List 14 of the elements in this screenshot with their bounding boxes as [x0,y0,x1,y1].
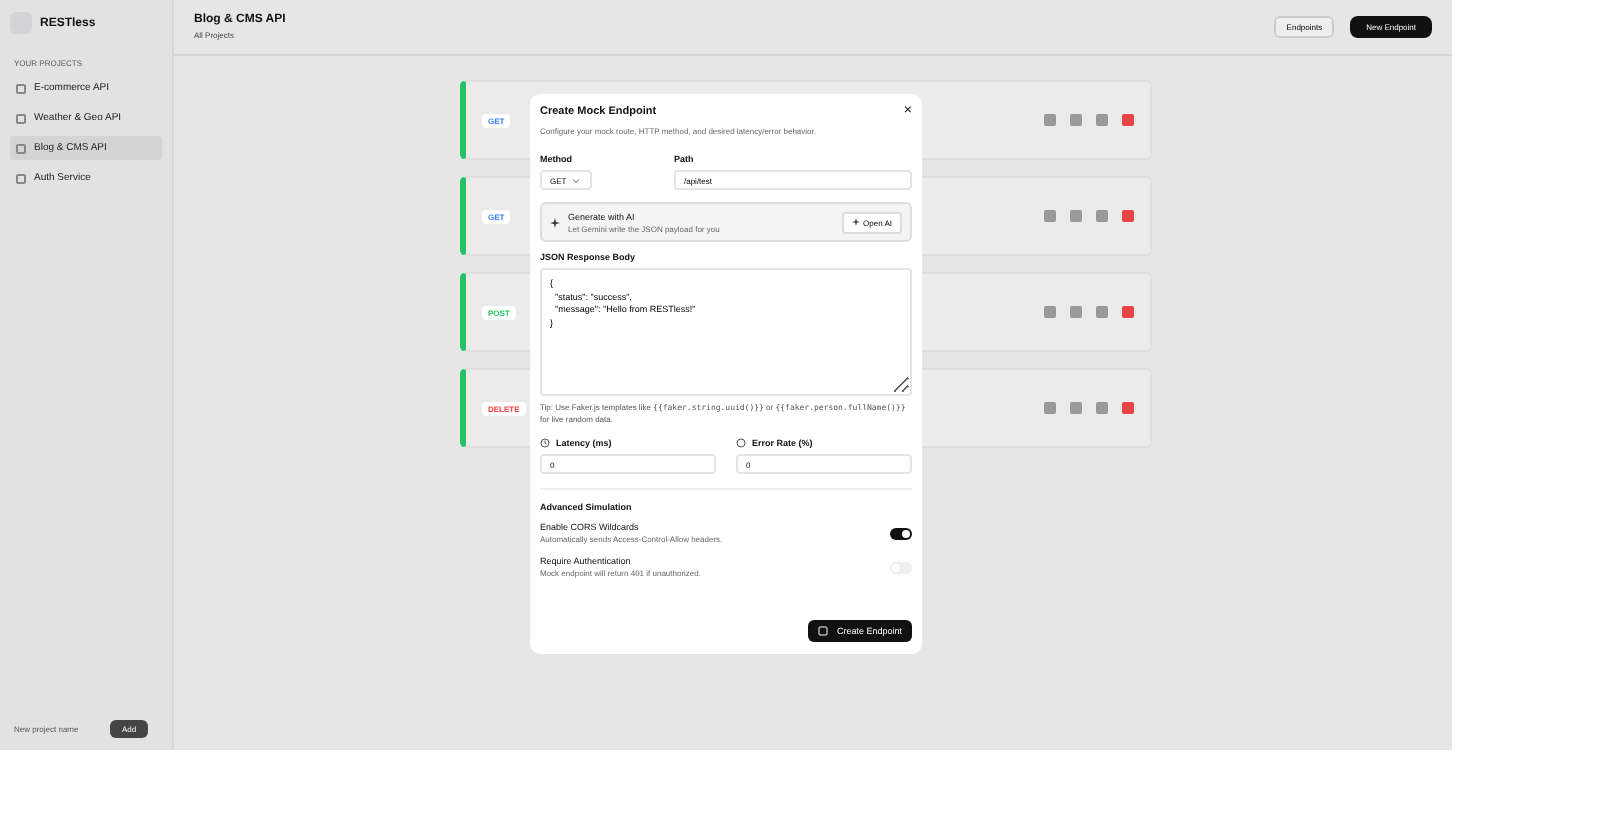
folder-icon [16,143,26,153]
delete-icon[interactable] [1122,210,1134,222]
toggle-switch[interactable] [890,527,912,540]
folder-icon [16,173,26,183]
folder-icon [16,83,26,93]
sparkle-icon [550,217,560,227]
delete-icon[interactable] [1122,306,1134,318]
delete-icon[interactable] [1122,114,1134,126]
sparkle-icon [851,218,860,226]
clock-icon [540,438,550,449]
alert-icon [736,438,746,449]
delete-icon[interactable] [1122,402,1134,414]
chevron-down-icon [572,177,581,183]
folder-icon [16,113,26,123]
